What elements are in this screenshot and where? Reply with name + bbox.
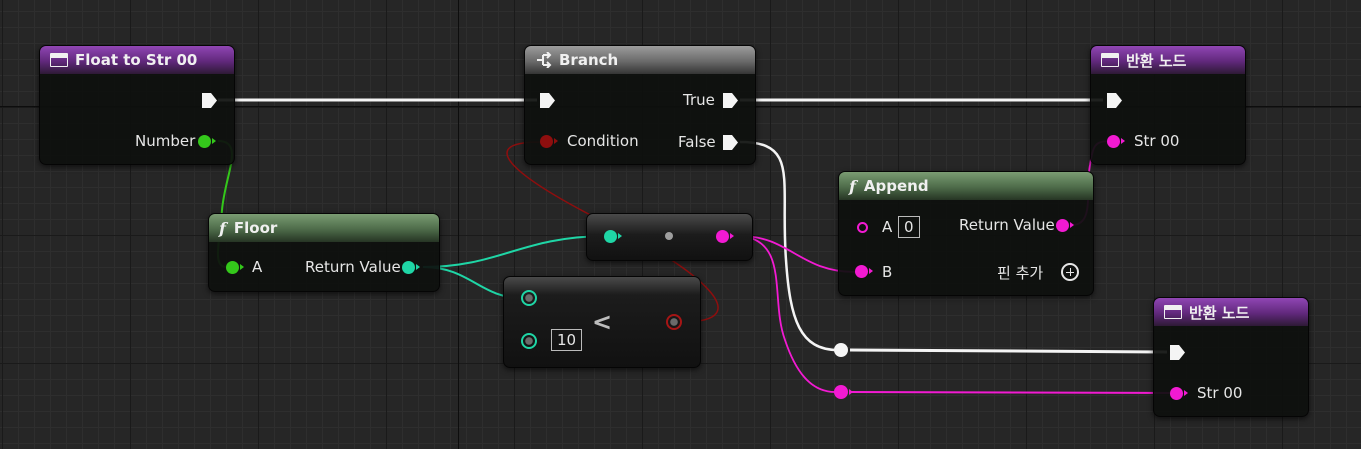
return-node-top-header[interactable]: 반환 노드 bbox=[1091, 46, 1245, 74]
branch-true-exec-pin[interactable] bbox=[722, 92, 740, 109]
append-b-pin[interactable] bbox=[855, 265, 873, 278]
graph-origin-vertical-line bbox=[458, 0, 459, 449]
branch-exec-in-pin[interactable] bbox=[539, 92, 557, 109]
function-f-icon: f bbox=[849, 176, 856, 196]
float-to-str-title: Float to Str 00 bbox=[75, 51, 198, 69]
floor-return-value-pin[interactable] bbox=[402, 261, 420, 274]
branch-title: Branch bbox=[559, 51, 619, 69]
wire-str-to-reroute bbox=[739, 235, 836, 393]
return-top-str-label: Str 00 bbox=[1134, 132, 1180, 150]
return-node-bottom-header[interactable]: 반환 노드 bbox=[1154, 298, 1308, 326]
return-bottom-str-pin[interactable] bbox=[1170, 387, 1188, 400]
function-box-icon bbox=[50, 53, 68, 67]
less-than-result-pin[interactable] bbox=[666, 314, 682, 330]
floor-a-label: A bbox=[252, 258, 263, 276]
exec-reroute-node[interactable] bbox=[834, 343, 848, 357]
floor-title: Floor bbox=[233, 219, 278, 237]
append-b-label: B bbox=[882, 263, 893, 281]
branch-icon bbox=[535, 52, 553, 68]
append-add-pin-label[interactable]: 핀 추가 bbox=[997, 262, 1043, 283]
float-to-str-number-pin[interactable] bbox=[198, 135, 216, 148]
append-title: Append bbox=[863, 177, 929, 195]
string-reroute-node[interactable] bbox=[834, 385, 853, 399]
float-to-str-exec-out-pin[interactable] bbox=[201, 92, 219, 109]
wire-exec-false-to-reroute bbox=[739, 140, 839, 352]
return-node-bottom-title: 반환 노드 bbox=[1189, 303, 1250, 322]
floor-header[interactable]: f Floor bbox=[209, 214, 439, 242]
branch-true-label: True bbox=[683, 91, 715, 109]
less-than-a-pin[interactable] bbox=[521, 290, 537, 306]
return-top-exec-in-pin[interactable] bbox=[1106, 92, 1124, 109]
multiply-operator-dot bbox=[665, 232, 673, 240]
append-return-value-pin[interactable] bbox=[1056, 219, 1074, 232]
branch-condition-label: Condition bbox=[567, 132, 639, 150]
append-return-value-label: Return Value bbox=[959, 216, 1055, 234]
function-f-icon: f bbox=[219, 218, 226, 238]
less-than-b-value[interactable]: 10 bbox=[551, 329, 583, 351]
append-a-value[interactable]: 0 bbox=[898, 216, 920, 238]
function-box-icon bbox=[1101, 53, 1119, 67]
wire-floor-to-multiply bbox=[422, 235, 605, 268]
branch-header[interactable]: Branch bbox=[525, 46, 755, 74]
wire-exec-reroute-to-return bbox=[849, 348, 1168, 354]
return-bottom-str-label: Str 00 bbox=[1197, 384, 1243, 402]
append-a-label: A bbox=[882, 218, 893, 236]
return-top-str-pin[interactable] bbox=[1107, 135, 1125, 148]
return-node-top-title: 반환 노드 bbox=[1126, 51, 1187, 70]
floor-node[interactable]: f Floor bbox=[208, 213, 440, 292]
wire-str-reroute-to-return bbox=[849, 391, 1171, 394]
function-box-icon bbox=[1164, 305, 1182, 319]
float-to-str-number-label: Number bbox=[135, 132, 196, 150]
branch-condition-pin[interactable] bbox=[540, 135, 558, 148]
multiply-result-pin[interactable] bbox=[716, 230, 734, 243]
plus-circle-icon[interactable] bbox=[1061, 263, 1079, 281]
float-to-str-header[interactable]: Float to Str 00 bbox=[40, 46, 234, 74]
append-header[interactable]: f Append bbox=[839, 172, 1093, 200]
branch-false-label: False bbox=[678, 133, 716, 151]
branch-false-exec-pin[interactable] bbox=[722, 134, 740, 151]
floor-a-pin[interactable] bbox=[226, 261, 244, 274]
return-bottom-exec-in-pin[interactable] bbox=[1169, 344, 1187, 361]
floor-return-value-label: Return Value bbox=[305, 258, 401, 276]
less-than-b-pin[interactable] bbox=[521, 333, 537, 349]
less-than-operator: < bbox=[592, 308, 613, 336]
append-a-pin[interactable] bbox=[857, 222, 868, 233]
blueprint-graph-canvas[interactable]: Float to Str 00 Number Branch Condition … bbox=[0, 0, 1361, 449]
multiply-a-pin[interactable] bbox=[604, 230, 622, 243]
